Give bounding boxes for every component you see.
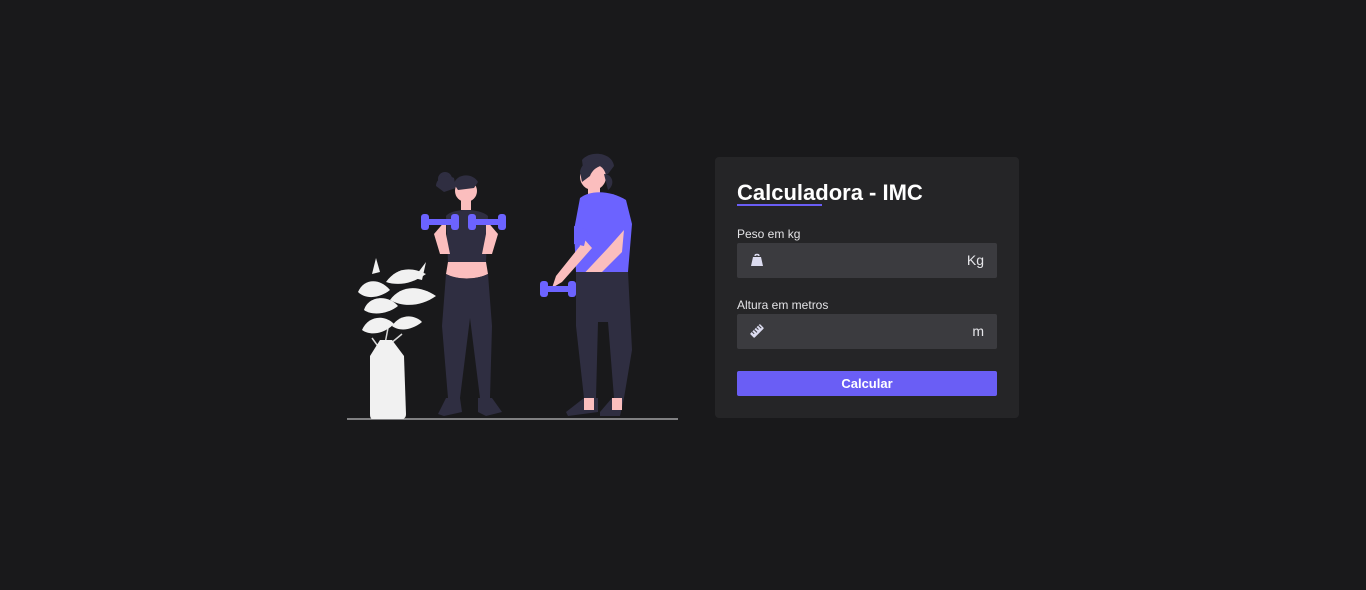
- woman-figure: [421, 172, 506, 416]
- fitness-illustration: [347, 153, 678, 420]
- weight-input[interactable]: [775, 243, 955, 278]
- page: Calculadora - IMC Peso em kg Kg Altura e…: [0, 0, 1366, 590]
- weight-label: Peso em kg: [737, 227, 801, 241]
- man-figure: [540, 153, 632, 416]
- title-underline: [737, 204, 822, 206]
- plant-in-vase: [358, 258, 436, 419]
- weight-unit: Kg: [966, 252, 984, 268]
- calculate-button[interactable]: Calcular: [737, 371, 997, 396]
- imc-calculator-card: Calculadora - IMC Peso em kg Kg Altura e…: [715, 157, 1019, 418]
- height-unit: m: [972, 323, 984, 339]
- height-field-group: Altura em metros m: [737, 298, 997, 349]
- weight-input-box[interactable]: Kg: [737, 243, 997, 278]
- form-title: Calculadora - IMC: [737, 180, 923, 205]
- weight-field-group: Peso em kg Kg: [737, 227, 997, 278]
- weight-icon: [751, 253, 763, 266]
- height-input-box[interactable]: m: [737, 314, 997, 349]
- ruler-icon: [750, 324, 764, 338]
- height-label: Altura em metros: [737, 298, 829, 312]
- height-input[interactable]: [775, 314, 955, 349]
